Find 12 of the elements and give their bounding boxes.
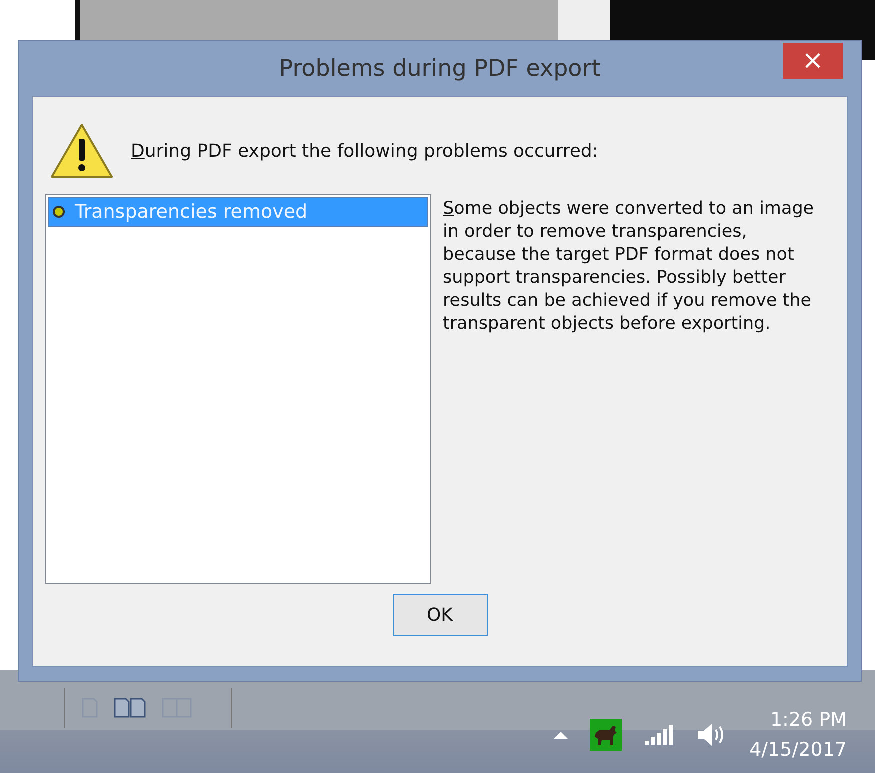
signal-icon[interactable] — [644, 724, 674, 746]
problem-description: Some objects were converted to an image in order to remove transparencies, because the target PDF format does not support transparencies. Possibly better results can be achieved if you remove the transparent objects before exporting. — [443, 198, 815, 336]
clock-time[interactable]: 1:26 PM — [770, 705, 847, 735]
warning-icon — [49, 122, 115, 180]
message-text: During PDF export the following problems occurred: — [131, 140, 598, 162]
problem-item[interactable]: Transparencies removed — [48, 197, 428, 227]
dog-icon[interactable] — [590, 719, 622, 751]
ok-button[interactable]: OK — [392, 594, 488, 636]
window-title: Problems during PDF export — [279, 56, 601, 82]
clock-date[interactable]: 4/15/2017 — [750, 735, 847, 765]
close-button[interactable]: × — [783, 43, 843, 79]
show-hidden-icons-icon[interactable] — [554, 731, 568, 739]
